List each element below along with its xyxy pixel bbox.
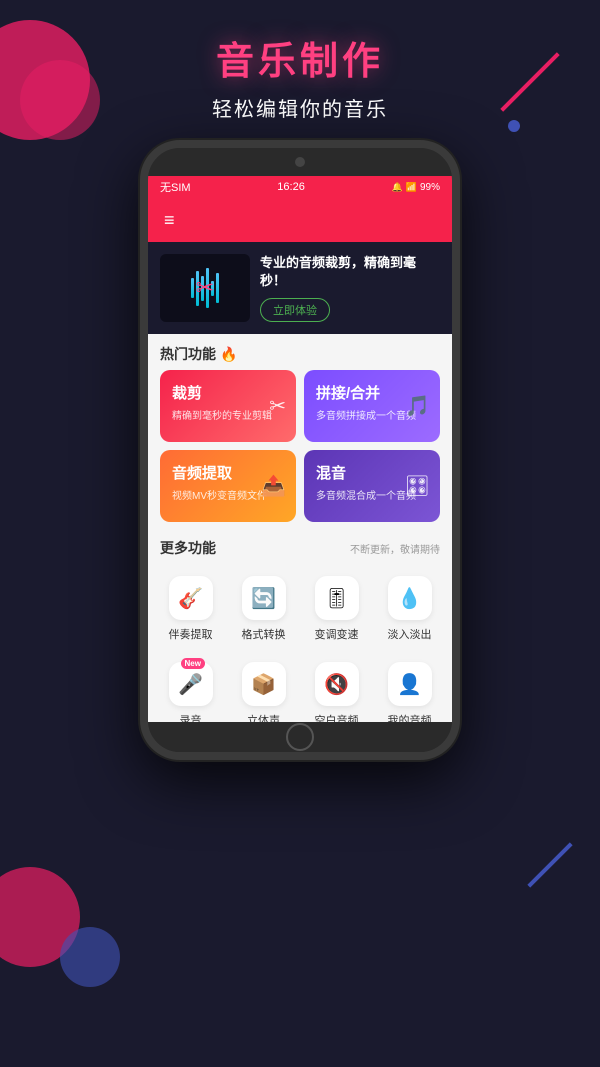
hot-section-header: 热门功能 🔥 xyxy=(148,334,452,370)
more-item-pitch[interactable]: 🎚 变调变速 xyxy=(302,566,371,648)
accompaniment-icon-wrap: 🎸 xyxy=(169,576,213,620)
fade-icon-wrap: 💧 xyxy=(388,576,432,620)
battery-text: 99% xyxy=(420,182,440,193)
bg-line-2 xyxy=(527,842,572,887)
myaudio-icon: 👤 xyxy=(397,672,422,697)
more-item-fade[interactable]: 💧 淡入淡出 xyxy=(375,566,444,648)
myaudio-icon-wrap: 👤 xyxy=(388,662,432,706)
hot-feature-grid: 裁剪 精确到毫秒的专业剪辑 ✂ 拼接/合并 多音频拼接成一个音频 🎵 音频提取 … xyxy=(148,370,452,530)
more-item-record[interactable]: New 🎤 录音 xyxy=(156,652,225,722)
app-title: 音乐制作 xyxy=(0,30,600,85)
clock: 16:26 xyxy=(277,181,305,193)
more-item-silence[interactable]: 🔇 空白音频 xyxy=(302,652,371,722)
more-item-format[interactable]: 🔄 格式转换 xyxy=(229,566,298,648)
phone-top-bezel xyxy=(148,148,452,176)
cut-icon: ✂ xyxy=(269,394,286,419)
bg-decoration-4 xyxy=(60,927,120,987)
bar-1 xyxy=(191,278,194,298)
status-icons: 🔔 📶 99% xyxy=(392,182,440,193)
mix-icon: 🎛 xyxy=(405,474,430,499)
try-now-button[interactable]: 立即体验 xyxy=(260,298,330,322)
feature-card-extract[interactable]: 音频提取 视频MV秒变音频文件 📤 xyxy=(160,450,296,522)
phone-frame: 无SIM 16:26 🔔 📶 99% ≡ ✂ xyxy=(140,140,460,760)
app-header: ≡ xyxy=(148,198,452,242)
pitch-icon-wrap: 🎚 xyxy=(315,576,359,620)
app-subtitle: 轻松编辑你的音乐 xyxy=(0,93,600,122)
record-label: 录音 xyxy=(180,712,202,722)
stereo-icon-wrap: 📦 xyxy=(242,662,286,706)
more-section-title: 更多功能 xyxy=(160,538,216,558)
myaudio-label: 我的音频 xyxy=(388,712,432,722)
status-bar: 无SIM 16:26 🔔 📶 99% xyxy=(148,176,452,198)
format-icon: 🔄 xyxy=(251,586,276,611)
more-item-accompaniment[interactable]: 🎸 伴奏提取 xyxy=(156,566,225,648)
fire-icon: 🔥 xyxy=(220,346,237,363)
format-label: 格式转换 xyxy=(242,626,286,642)
scissors-icon: ✂ xyxy=(196,275,214,301)
silence-icon: 🔇 xyxy=(324,672,349,697)
more-section-note: 不断更新，敬请期待 xyxy=(350,541,440,556)
stereo-label: 立体声 xyxy=(247,712,280,722)
fade-label: 淡入淡出 xyxy=(388,626,432,642)
camera-dot xyxy=(295,157,305,167)
banner-text: 专业的音频裁剪，精确到毫秒！ 立即体验 xyxy=(260,254,440,322)
more-section-header: 更多功能 不断更新，敬请期待 xyxy=(148,530,452,562)
menu-icon[interactable]: ≡ xyxy=(164,211,175,229)
notification-icon: 🔔 xyxy=(392,182,403,193)
banner-visual: ✂ xyxy=(160,254,250,322)
feature-card-merge[interactable]: 拼接/合并 多音频拼接成一个音频 🎵 xyxy=(304,370,440,442)
accompaniment-label: 伴奏提取 xyxy=(169,626,213,642)
fade-icon: 💧 xyxy=(397,586,422,611)
title-area: 音乐制作 轻松编辑你的音乐 xyxy=(0,30,600,122)
feature-desc-cut: 精确到毫秒的专业剪辑 xyxy=(172,407,284,422)
stereo-icon: 📦 xyxy=(251,672,276,697)
silence-icon-wrap: 🔇 xyxy=(315,662,359,706)
merge-icon: 🎵 xyxy=(405,394,430,419)
promo-banner[interactable]: ✂ 专业的音频裁剪，精确到毫秒！ 立即体验 xyxy=(148,242,452,334)
carrier-text: 无SIM xyxy=(160,179,191,195)
phone-bottom-bezel xyxy=(148,722,452,752)
more-item-myaudio[interactable]: 👤 我的音频 xyxy=(375,652,444,722)
pitch-icon: 🎚 xyxy=(324,586,349,611)
app-content: ✂ 专业的音频裁剪，精确到毫秒！ 立即体验 热门功能 🔥 裁剪 精确到毫秒的专业… xyxy=(148,242,452,722)
feature-card-mix[interactable]: 混音 多音频混合成一个音频 🎛 xyxy=(304,450,440,522)
record-icon: 🎤 xyxy=(178,672,203,697)
bar-6 xyxy=(216,273,219,303)
banner-title: 专业的音频裁剪，精确到毫秒！ xyxy=(260,254,440,290)
silence-label: 空白音频 xyxy=(315,712,359,722)
accompaniment-icon: 🎸 xyxy=(178,586,203,611)
new-badge: New xyxy=(181,658,205,669)
format-icon-wrap: 🔄 xyxy=(242,576,286,620)
wifi-icon: 📶 xyxy=(406,182,417,193)
pitch-label: 变调变速 xyxy=(315,626,359,642)
feature-name-cut: 裁剪 xyxy=(172,382,284,403)
hot-section-title: 热门功能 xyxy=(160,344,216,364)
more-item-stereo[interactable]: 📦 立体声 xyxy=(229,652,298,722)
extract-icon: 📤 xyxy=(261,474,286,499)
home-button[interactable] xyxy=(286,723,314,751)
more-feature-grid: 🎸 伴奏提取 🔄 格式转换 🎚 变调变速 💧 淡入淡出 xyxy=(148,562,452,722)
feature-card-cut[interactable]: 裁剪 精确到毫秒的专业剪辑 ✂ xyxy=(160,370,296,442)
